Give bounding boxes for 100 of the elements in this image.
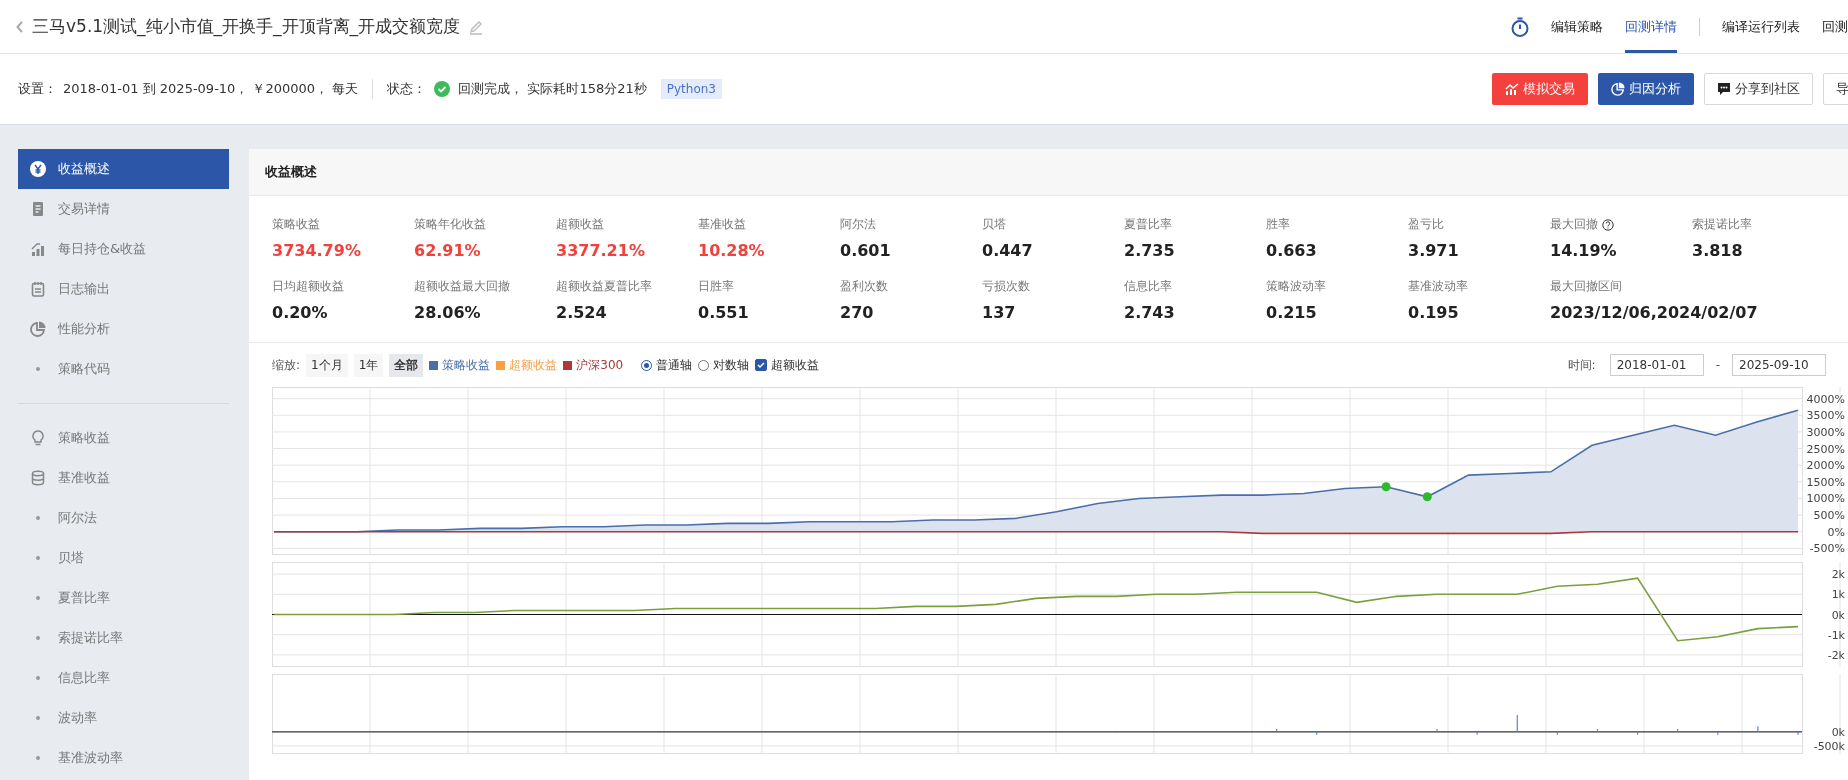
radio-option[interactable]: 普通轴	[641, 356, 693, 374]
action-button[interactable]: 导	[1823, 73, 1848, 105]
sidebar-item[interactable]: 阿尔法	[18, 498, 229, 538]
metric-value: 0.447	[982, 241, 1034, 260]
strategy-title: 三马v5.1测试_纯小市值_开换手_开顶背离_开成交额宽度	[32, 15, 461, 38]
axis-tick-label: 500%	[1813, 509, 1845, 523]
legend-item[interactable]: 策略收益	[429, 356, 491, 374]
sidebar-item[interactable]: 策略代码	[18, 349, 229, 389]
settings-value: 2018-01-01 到 2025-09-10， ￥200000， 每天	[63, 80, 359, 98]
sidebar-item[interactable]: 策略收益	[18, 418, 229, 458]
yen-icon	[30, 161, 46, 177]
database-icon	[30, 470, 46, 486]
sidebar-item[interactable]: 性能分析	[18, 309, 229, 349]
metric-value: 0.663	[1266, 241, 1318, 260]
metric-value: 0.195	[1408, 303, 1460, 322]
bar	[1596, 729, 1599, 732]
radio-option[interactable]: 对数轴	[698, 356, 750, 374]
date-separator: -	[1715, 358, 1720, 372]
pie-chart-icon	[30, 321, 46, 337]
metric-value: 14.19%	[1550, 241, 1618, 260]
chart-icon	[1505, 83, 1519, 95]
metric-value: 10.28%	[698, 241, 766, 260]
metric-label: 超额收益	[556, 216, 605, 233]
axis-tick-label: -500%	[1809, 542, 1845, 555]
sidebar-item[interactable]: 贝塔	[18, 538, 229, 578]
sidebar-item[interactable]: 日志输出	[18, 269, 229, 309]
metric-label: 最大回撤	[1550, 216, 1692, 233]
stopwatch-icon[interactable]	[1511, 16, 1529, 37]
status-text: 回测完成， 实际耗时158分21秒	[458, 80, 647, 98]
marker-dot	[1422, 492, 1432, 502]
start-date-field[interactable]: 2018-01-01	[1609, 354, 1704, 376]
metric-value: 62.91%	[414, 241, 482, 260]
metric-value: 3734.79%	[272, 241, 362, 260]
metric-label: 盈亏比	[1408, 216, 1445, 233]
metric-label: 策略年化收益	[414, 216, 487, 233]
metric-value: 0.551	[698, 303, 750, 322]
metric-label: 策略收益	[272, 216, 321, 233]
metric-value: 0.215	[1266, 303, 1318, 322]
metric-label: 基准收益	[698, 216, 747, 233]
axis-tick-label: -500k	[1813, 739, 1845, 753]
metric-label: 超额收益夏普比率	[556, 278, 653, 295]
axis-tick-label: 4000%	[1806, 392, 1845, 406]
metric-label: 基准波动率	[1408, 278, 1469, 295]
metric-label: 阿尔法	[840, 216, 877, 233]
axis-tick-label: 0%	[1827, 525, 1845, 539]
metric-value: 137	[982, 303, 1017, 322]
marker-dot	[1381, 482, 1391, 492]
bullet-icon	[36, 636, 40, 640]
zoom-option[interactable]: 1个月	[306, 353, 348, 377]
metric-value: 270	[840, 303, 875, 322]
axis-tick-label: 1000%	[1806, 492, 1845, 506]
metric-label: 最大回撤区间	[1550, 278, 1623, 295]
bullet-icon	[36, 756, 40, 760]
nav-tab[interactable]: 编译运行列表	[1722, 0, 1800, 53]
sidebar-item[interactable]: 每日持仓&收益	[18, 229, 229, 269]
bullet-icon	[36, 367, 40, 371]
action-button[interactable]: 模拟交易	[1492, 73, 1588, 105]
zoom-option[interactable]: 全部	[389, 353, 424, 377]
metric-label: 超额收益最大回撤	[414, 278, 511, 295]
metric-value: 2.743	[1124, 303, 1176, 322]
sidebar-item[interactable]: 基准收益	[18, 458, 229, 498]
metric-value: 2.524	[556, 303, 608, 322]
sidebar-item[interactable]: 交易详情	[18, 189, 229, 229]
metric-label: 策略波动率	[1266, 278, 1327, 295]
check-circle-icon	[434, 81, 451, 97]
metric-value: 0.20%	[272, 303, 329, 322]
checkbox-option[interactable]: 超额收益	[755, 356, 820, 374]
axis-tick-label: 2k	[1831, 568, 1845, 582]
sidebar-item[interactable]: 信息比率	[18, 658, 229, 698]
metric-value: 3.971	[1408, 241, 1460, 260]
legend-item[interactable]: 沪深300	[563, 356, 624, 374]
pie-chart-icon	[1611, 82, 1625, 96]
metric-label: 日胜率	[698, 278, 735, 295]
help-icon[interactable]	[1602, 218, 1614, 231]
sidebar-item[interactable]: 基准波动率	[18, 738, 229, 778]
metric-value: 3377.21%	[556, 241, 646, 260]
clipboard-icon	[30, 281, 46, 297]
zoom-option[interactable]: 1年	[353, 353, 384, 377]
metric-value: 2.735	[1124, 241, 1176, 260]
metric-value: 0.601	[840, 241, 892, 260]
metric-label: 胜率	[1266, 216, 1291, 233]
sidebar-item[interactable]: 收益概述	[18, 149, 229, 189]
nav-tab[interactable]: 编辑策略	[1551, 0, 1603, 53]
axis-tick-label: 1500%	[1806, 475, 1845, 489]
action-button[interactable]: 归因分析	[1598, 73, 1694, 105]
bar-chart-icon	[30, 241, 46, 257]
action-button[interactable]: 分享到社区	[1704, 73, 1813, 105]
speech-bubble-icon	[1717, 82, 1731, 96]
sidebar-item[interactable]: 夏普比率	[18, 578, 229, 618]
axis-tick-label: -2k	[1827, 648, 1845, 662]
axis-tick-label: 2500%	[1806, 442, 1845, 456]
status-label: 状态：	[387, 80, 427, 98]
bullet-icon	[36, 716, 40, 720]
nav-tab[interactable]: 回测	[1822, 0, 1848, 53]
sidebar-item[interactable]: 索提诺比率	[18, 618, 229, 658]
axis-tick-label: 0k	[1831, 725, 1845, 739]
metric-label: 盈利次数	[840, 278, 889, 295]
axis-tick-label: 3500%	[1806, 409, 1845, 423]
end-date-field[interactable]: 2025-09-10	[1732, 354, 1826, 376]
sidebar-item[interactable]: 波动率	[18, 698, 229, 738]
